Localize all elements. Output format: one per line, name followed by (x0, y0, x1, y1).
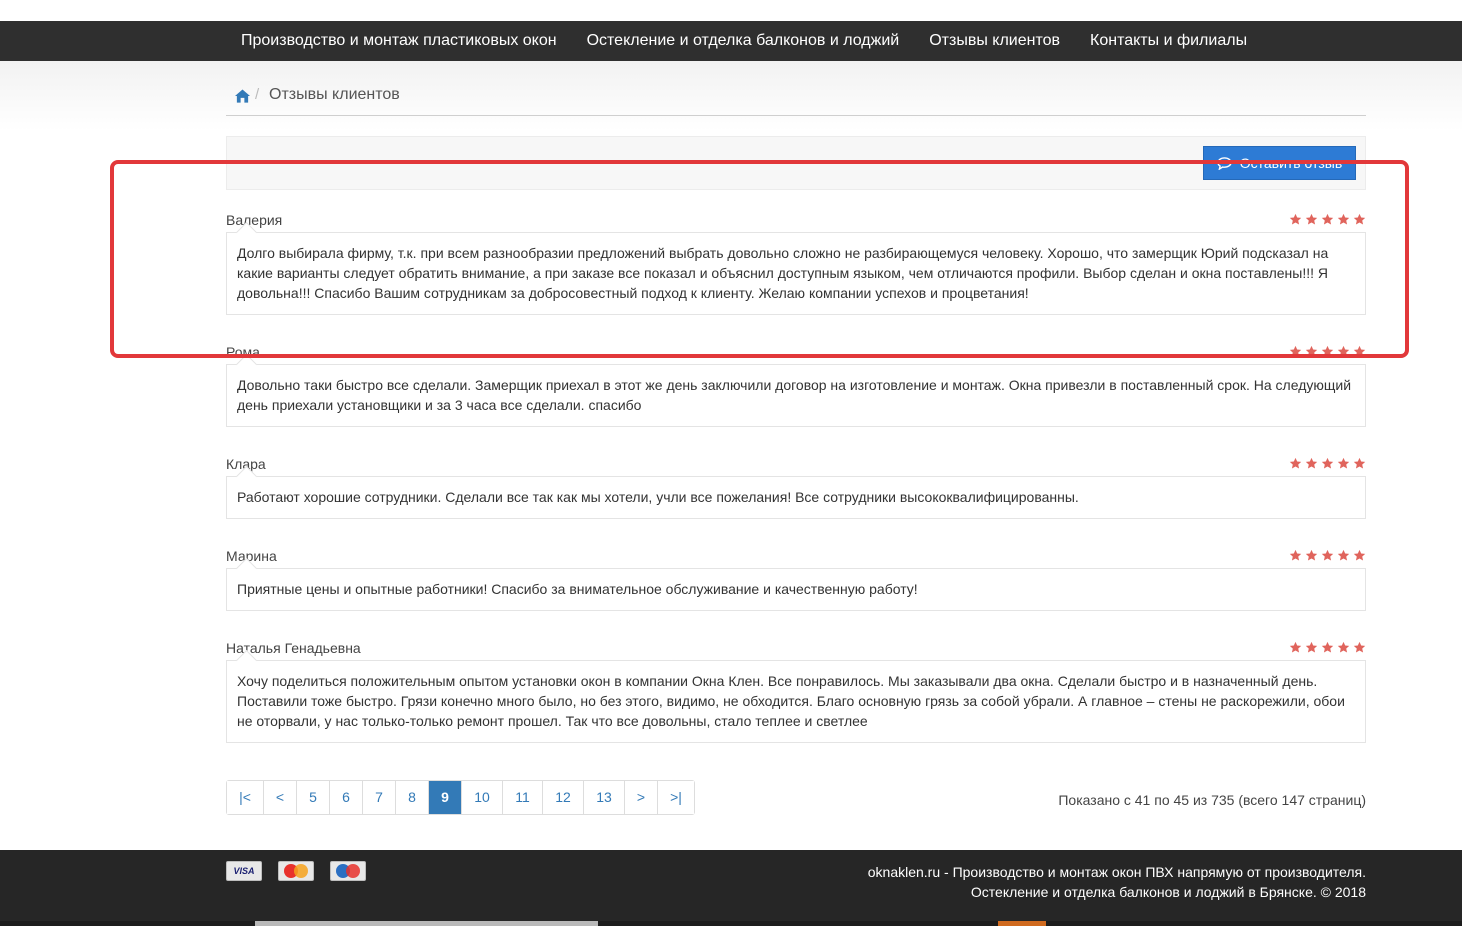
page-link[interactable]: 12 (543, 781, 584, 814)
nav-item-balconies[interactable]: Остекление и отделка балконов и лоджий (572, 21, 915, 61)
leave-review-button[interactable]: Оставить отзыв (1203, 146, 1356, 180)
page-link[interactable]: 7 (363, 781, 396, 814)
star-icon (1353, 641, 1366, 653)
footer-line-2: Остекление и отделка балконов и лоджий в… (970, 884, 1366, 900)
page-link-active[interactable]: 9 (429, 781, 462, 814)
pagination-summary: Показано с 41 по 45 из 735 (всего 147 ст… (1058, 792, 1366, 808)
comment-icon (1217, 156, 1232, 170)
maestro-icon (330, 861, 366, 881)
reviews-toolbar: Оставить отзыв (226, 136, 1366, 190)
review-text: Приятные цены и опытные работники! Спаси… (226, 568, 1366, 611)
star-icon (1353, 213, 1366, 225)
rating-stars (1289, 457, 1366, 470)
top-strip (0, 0, 1462, 21)
page-prev[interactable]: < (264, 781, 297, 814)
star-icon (1353, 457, 1366, 469)
star-icon (1305, 457, 1318, 469)
star-icon (1353, 549, 1366, 561)
page-first[interactable]: |< (227, 781, 264, 814)
home-icon[interactable] (235, 89, 250, 103)
star-icon (1337, 641, 1350, 653)
star-icon (1353, 345, 1366, 357)
nav-item-reviews[interactable]: Отзывы клиентов (914, 21, 1075, 61)
main-menu: Производство и монтаж пластиковых окон О… (226, 21, 1262, 61)
review-text: Довольно таки быстро все сделали. Замерщ… (226, 364, 1366, 427)
footer-line-1: oknaklen.ru - Производство и монтаж окон… (867, 864, 1366, 880)
page-link[interactable]: 11 (503, 781, 543, 814)
star-icon (1337, 345, 1350, 357)
star-icon (1305, 213, 1318, 225)
star-icon (1321, 345, 1334, 357)
star-icon (1289, 457, 1302, 469)
review-author: Марина (226, 548, 277, 564)
visa-label: VISA (233, 866, 255, 876)
page-link[interactable]: 13 (584, 781, 625, 814)
mastercard-logo (284, 864, 308, 878)
star-icon (1289, 641, 1302, 653)
star-icon (1305, 345, 1318, 357)
page-link[interactable]: 8 (396, 781, 429, 814)
star-icon (1321, 641, 1334, 653)
nav-item-contacts[interactable]: Контакты и филиалы (1075, 21, 1262, 61)
page-next[interactable]: > (625, 781, 658, 814)
bottom-bar-segment (255, 921, 598, 926)
bottom-bar-segment (998, 921, 1046, 926)
breadcrumb: / Отзывы клиентов (226, 83, 1366, 116)
payment-cards: VISA (226, 861, 366, 881)
star-icon (1305, 549, 1318, 561)
rating-stars (1289, 549, 1366, 562)
star-icon (1337, 213, 1350, 225)
footer: VISA oknaklen.ru - Производство и монтаж… (0, 850, 1462, 926)
visa-icon: VISA (226, 861, 262, 881)
bottom-bar (0, 921, 1462, 926)
star-icon (1289, 345, 1302, 357)
star-icon (1289, 549, 1302, 561)
breadcrumb-current: Отзывы клиентов (269, 86, 400, 103)
breadcrumb-separator: / (255, 86, 260, 103)
star-icon (1305, 641, 1318, 653)
star-icon (1337, 457, 1350, 469)
review-text: Работают хорошие сотрудники. Сделали все… (226, 476, 1366, 519)
page-last[interactable]: >| (658, 781, 694, 814)
main-navbar: Производство и монтаж пластиковых окон О… (0, 21, 1462, 61)
star-icon (1321, 549, 1334, 561)
maestro-logo (336, 864, 360, 878)
footer-copyright: oknaklen.ru - Производство и монтаж окон… (868, 862, 1366, 902)
pagination: |< < 5 6 7 8 9 10 11 12 13 > >| (226, 780, 695, 815)
mastercard-icon (278, 861, 314, 881)
page-link[interactable]: 5 (297, 781, 330, 814)
page-link[interactable]: 10 (462, 781, 503, 814)
review-author: Валерия (226, 212, 283, 228)
star-icon (1321, 457, 1334, 469)
review-text: Долго выбирала фирму, т.к. при всем разн… (226, 232, 1366, 315)
leave-review-label: Оставить отзыв (1239, 155, 1343, 171)
star-icon (1321, 213, 1334, 225)
review-text: Хочу поделиться положительным опытом уст… (226, 660, 1366, 743)
rating-stars (1289, 345, 1366, 358)
rating-stars (1289, 641, 1366, 654)
page-link[interactable]: 6 (330, 781, 363, 814)
rating-stars (1289, 213, 1366, 226)
star-icon (1337, 549, 1350, 561)
star-icon (1289, 213, 1302, 225)
nav-item-production[interactable]: Производство и монтаж пластиковых окон (226, 21, 572, 61)
